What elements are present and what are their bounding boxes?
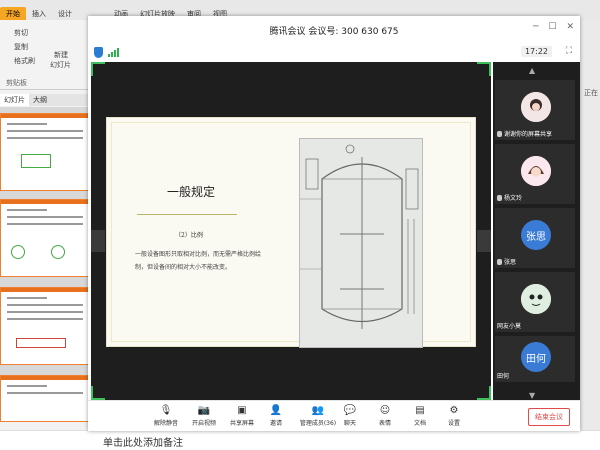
new-slide-button[interactable]: 新建	[54, 50, 68, 60]
mic-icon	[497, 130, 502, 137]
ppt-tab-design[interactable]: 设计	[52, 7, 78, 21]
unmute-button[interactable]: 🎙 解除静音	[148, 404, 184, 428]
slides-tab[interactable]: 幻灯片	[0, 94, 29, 106]
prev-arrow-icon[interactable]	[91, 230, 105, 252]
start-video-label: 开启视频	[191, 420, 216, 427]
document-label: 文档	[413, 420, 426, 427]
invite-button[interactable]: 👤 邀请	[258, 404, 294, 428]
participant-name: 张思	[504, 259, 517, 266]
participant-video-list[interactable]: ▲ 谢谢你的屏幕共享 杨文玲 张思 张思 网友小莫 田何 田何 ▼	[493, 62, 580, 400]
video-off-icon: 📷	[197, 404, 211, 416]
start-video-button[interactable]: 📷 开启视频	[186, 404, 222, 428]
manage-members-label: 管理成员(36)	[299, 420, 337, 427]
slide-title: 一般规定	[167, 185, 216, 199]
slide-thumbnail[interactable]	[0, 287, 90, 365]
document-icon: ▤	[415, 404, 425, 416]
shield-icon[interactable]	[94, 47, 103, 58]
ppt-tab-insert[interactable]: 插入	[26, 7, 52, 21]
slide-thumbnail[interactable]	[0, 113, 90, 191]
share-frame-corner	[91, 386, 105, 400]
cut-button[interactable]: 剪切	[14, 28, 28, 38]
participant-tile[interactable]: 谢谢你的屏幕共享	[495, 80, 575, 140]
maximize-icon[interactable]: ☐	[548, 22, 556, 32]
clipboard-group-label: 剪贴板	[6, 79, 27, 87]
shared-slide: 一般规定 （2）比例 一般设备图形只取相对比例，而无需严格比例绘制，但设备间的相…	[106, 117, 476, 348]
meeting-title: 腾讯会议 会议号: 300 630 675	[269, 26, 399, 37]
chevron-up-icon[interactable]: ▲	[529, 66, 535, 75]
shared-screen: 一般规定 （2）比例 一般设备图形只取相对比例，而无需严格比例绘制，但设备间的相…	[91, 62, 491, 400]
ppt-right-scrollbar[interactable]	[578, 20, 600, 430]
members-icon: 👥	[311, 404, 325, 416]
chat-label: 聊天	[343, 420, 356, 427]
meeting-time: 17:22	[520, 46, 552, 57]
share-frame-corner	[477, 386, 491, 400]
participant-avatar	[521, 284, 551, 314]
participant-avatar	[521, 92, 551, 122]
emoji-label: 表情	[378, 420, 391, 427]
meeting-window: 腾讯会议 会议号: 300 630 675 ─ ☐ ✕ 17:22 ⛶ 一般规定…	[88, 16, 580, 431]
chat-icon: 💬	[343, 404, 357, 416]
participant-avatar: 张思	[521, 220, 551, 250]
notes-placeholder[interactable]: 单击此处添加备注	[103, 434, 183, 449]
document-button[interactable]: ▤ 文档	[402, 404, 438, 428]
participant-tile[interactable]: 网友小莫	[495, 272, 575, 332]
meeting-subbar: 17:22 ⛶	[88, 44, 580, 62]
end-meeting-button[interactable]: 结束会议	[528, 408, 570, 426]
signal-icon[interactable]	[108, 48, 119, 57]
mic-icon	[497, 194, 502, 201]
fullscreen-icon[interactable]: ⛶	[566, 46, 572, 56]
window-controls: ─ ☐ ✕	[533, 22, 574, 32]
ppt-notes-bar	[0, 430, 600, 450]
share-frame-corner	[91, 62, 105, 76]
participant-tile[interactable]: 张思 张思	[495, 208, 575, 268]
participant-name: 田何	[497, 373, 510, 380]
slide-subtitle: （2）比例	[175, 232, 203, 239]
slide-body: 一般设备图形只取相对比例，而无需严格比例绘制，但设备间的相对大小不能改变。	[135, 251, 262, 271]
next-arrow-icon[interactable]	[477, 230, 491, 252]
participant-tile[interactable]: 田何 田何	[495, 336, 575, 382]
emoji-button[interactable]: ☺ 表情	[367, 404, 403, 428]
equipment-drawing	[299, 138, 423, 348]
new-slide-label: 幻灯片	[50, 61, 71, 69]
share-frame-corner	[477, 62, 491, 76]
mic-muted-icon: 🎙	[159, 404, 173, 416]
slide-divider	[137, 214, 237, 215]
ppt-tab-home[interactable]: 开始	[0, 7, 26, 21]
ppt-ribbon: 剪切 复制 格式刷 新建 幻灯片 剪贴板	[0, 20, 95, 90]
share-screen-icon: ▣	[237, 404, 247, 416]
slide-thumbnail[interactable]	[0, 199, 90, 277]
mic-icon	[497, 258, 502, 265]
settings-icon: ⚙	[449, 404, 459, 416]
invite-icon: 👤	[269, 404, 283, 416]
unmute-label: 解除静音	[153, 420, 178, 427]
format-painter-button[interactable]: 格式刷	[14, 56, 35, 66]
slide-thumbnails[interactable]	[0, 107, 95, 422]
chevron-down-icon[interactable]: ▼	[529, 391, 535, 400]
participant-name: 谢谢你的屏幕共享	[504, 131, 553, 138]
participant-name: 网友小莫	[497, 323, 522, 330]
outline-tab[interactable]: 大纲	[29, 94, 51, 106]
chat-button[interactable]: 💬 聊天	[332, 404, 368, 428]
minimize-icon[interactable]: ─	[533, 22, 538, 32]
ppt-right-label: 正在	[584, 89, 598, 97]
participant-avatar	[521, 156, 551, 186]
close-icon[interactable]: ✕	[566, 22, 574, 32]
slide-thumbnail[interactable]	[0, 375, 90, 422]
share-screen-button[interactable]: ▣ 共享屏幕	[224, 404, 260, 428]
participant-name: 杨文玲	[504, 195, 523, 202]
copy-button[interactable]: 复制	[14, 42, 28, 52]
settings-button[interactable]: ⚙ 设置	[436, 404, 472, 428]
participant-tile[interactable]: 杨文玲	[495, 144, 575, 204]
ppt-left-tabs: 幻灯片 大纲	[0, 94, 95, 106]
share-screen-label: 共享屏幕	[229, 420, 254, 427]
emoji-icon: ☺	[379, 404, 391, 416]
meeting-toolbar: 🎙 解除静音 📷 开启视频 ▣ 共享屏幕 👤 邀请 👥 管理成员(36) 💬 聊…	[88, 400, 580, 431]
settings-label: 设置	[447, 420, 460, 427]
invite-label: 邀请	[269, 420, 282, 427]
participant-avatar: 田何	[521, 342, 551, 372]
